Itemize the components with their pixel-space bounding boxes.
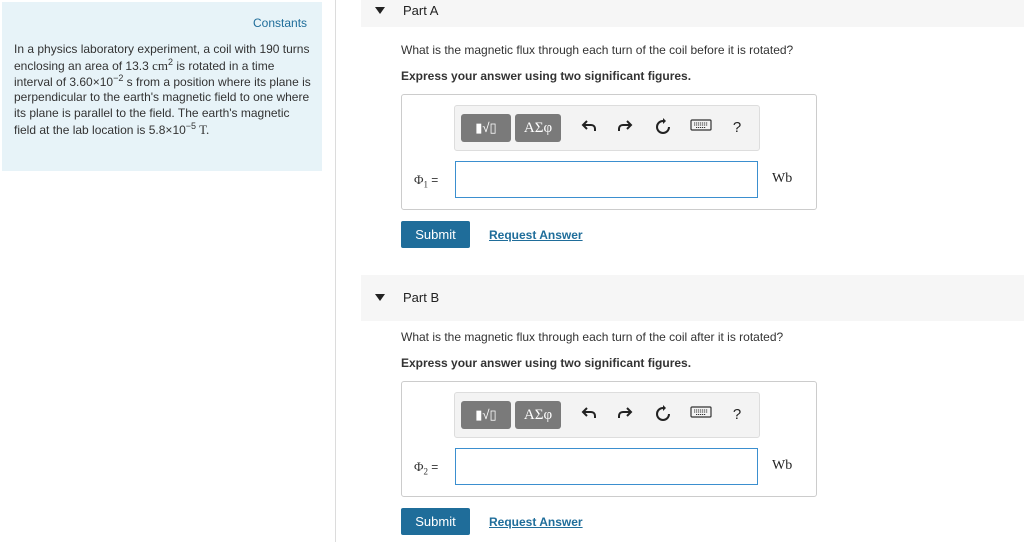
part-b-unit: Wb: [772, 458, 793, 473]
field-unit: T.: [196, 121, 210, 137]
equals-sign: =: [431, 173, 439, 187]
phi-subscript: 2: [423, 466, 429, 477]
part-a-answer-input[interactable]: [455, 161, 758, 198]
greek-symbols-button[interactable]: ΑΣφ: [515, 114, 561, 142]
math-toolbar: ▮√▯ ΑΣφ ?: [454, 392, 760, 438]
area-unit: cm: [152, 57, 168, 73]
field-exponent: −5: [185, 120, 197, 131]
help-icon[interactable]: ?: [727, 119, 747, 136]
templates-button[interactable]: ▮√▯: [461, 401, 511, 429]
part-b-answer-box: ▮√▯ ΑΣφ ? Φ2 = Wb: [401, 381, 817, 497]
part-a-submit-button[interactable]: Submit: [401, 221, 470, 248]
undo-icon[interactable]: [579, 118, 599, 134]
reset-icon[interactable]: [653, 405, 673, 423]
phi-symbol: Φ: [414, 459, 424, 474]
phi-subscript: 1: [423, 179, 429, 190]
phi-symbol: Φ: [414, 172, 424, 187]
phi-2-label: Φ2 =: [414, 459, 438, 477]
part-b-instruction: Express your answer using two significan…: [401, 356, 692, 370]
constants-link[interactable]: Constants: [253, 16, 307, 30]
part-a-question: What is the magnetic flux through each t…: [401, 43, 794, 57]
phi-1-label: Φ1 =: [414, 172, 438, 190]
part-b-body: What is the magnetic flux through each t…: [361, 321, 1024, 542]
left-panel: Constants In a physics laboratory experi…: [0, 0, 336, 542]
redo-icon[interactable]: [615, 405, 635, 421]
part-b-header[interactable]: Part B: [361, 275, 1024, 321]
help-icon[interactable]: ?: [727, 406, 747, 423]
problem-statement: In a physics laboratory experiment, a co…: [14, 42, 314, 139]
problem-box: Constants In a physics laboratory experi…: [2, 2, 322, 171]
part-b-answer-input[interactable]: [455, 448, 758, 485]
part-b-title: Part B: [403, 290, 440, 305]
part-a-header[interactable]: Part A: [361, 0, 1024, 27]
part-a-request-answer-link[interactable]: Request Answer: [489, 228, 583, 242]
math-toolbar: ▮√▯ ΑΣφ ?: [454, 105, 760, 151]
equals-sign: =: [431, 460, 439, 474]
templates-button[interactable]: ▮√▯: [461, 114, 511, 142]
part-b-question: What is the magnetic flux through each t…: [401, 330, 784, 344]
keyboard-icon[interactable]: [689, 405, 713, 419]
part-a-answer-box: ▮√▯ ΑΣφ ? Φ1 = Wb: [401, 94, 817, 210]
reset-icon[interactable]: [653, 118, 673, 136]
keyboard-icon[interactable]: [689, 118, 713, 132]
time-exponent: −2: [113, 72, 124, 83]
part-a-title: Part A: [403, 3, 439, 18]
part-a-instruction: Express your answer using two significan…: [401, 69, 692, 83]
part-b-submit-button[interactable]: Submit: [401, 508, 470, 535]
greek-symbols-button[interactable]: ΑΣφ: [515, 401, 561, 429]
collapse-caret-icon[interactable]: [375, 294, 385, 301]
part-a-body: What is the magnetic flux through each t…: [361, 27, 1024, 259]
redo-icon[interactable]: [615, 118, 635, 134]
collapse-caret-icon[interactable]: [375, 7, 385, 14]
part-b-request-answer-link[interactable]: Request Answer: [489, 515, 583, 529]
part-a-unit: Wb: [772, 171, 793, 186]
undo-icon[interactable]: [579, 405, 599, 421]
